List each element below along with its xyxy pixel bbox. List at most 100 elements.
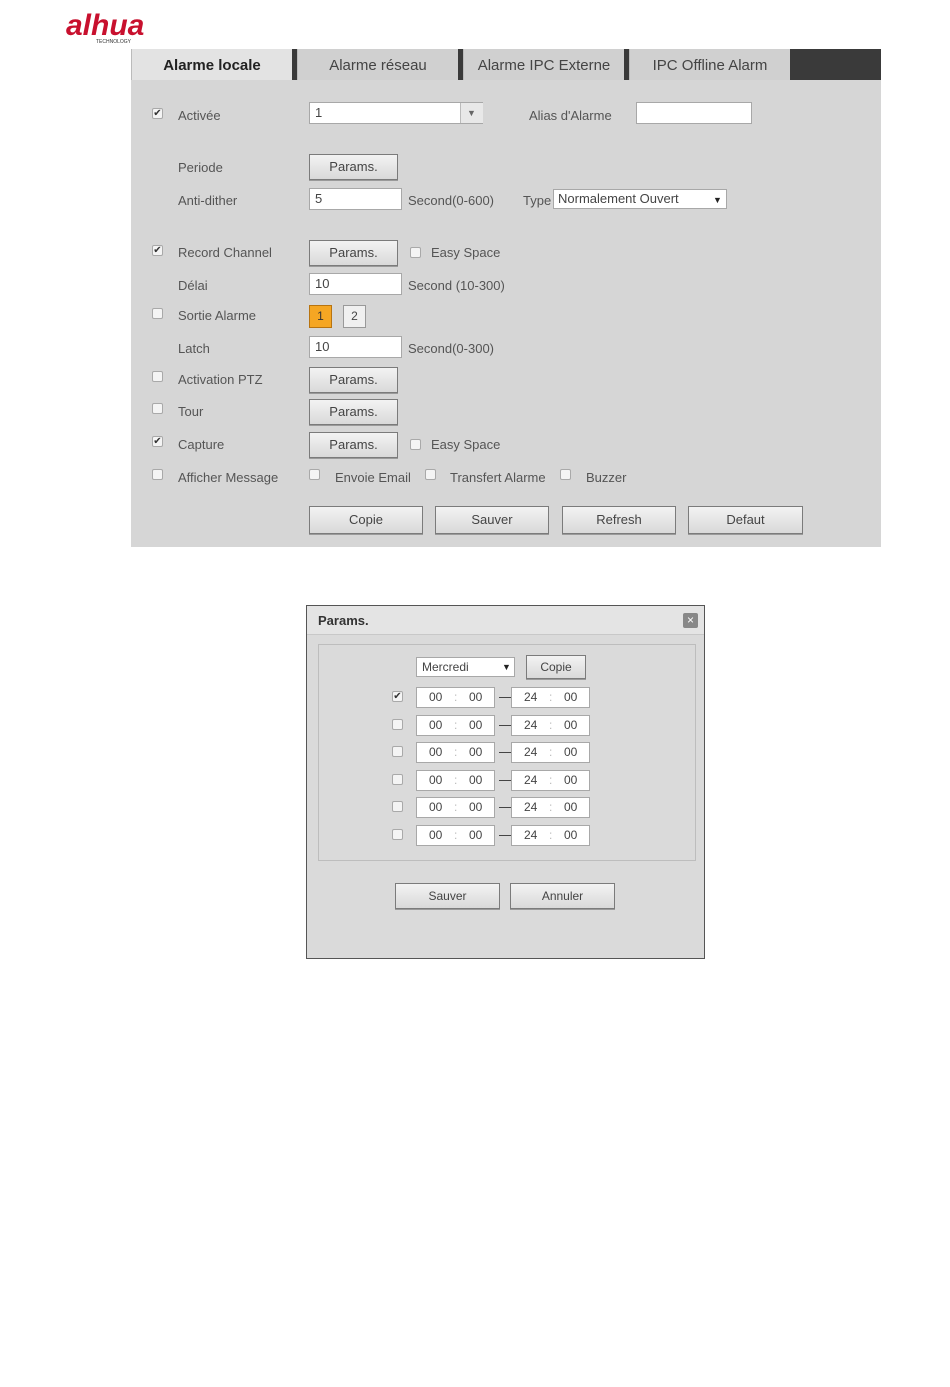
tour-params-button[interactable]: Params. bbox=[309, 399, 398, 425]
period-start-time[interactable]: 00:00 bbox=[416, 742, 495, 763]
period-start-time[interactable]: 00:00 bbox=[416, 825, 495, 846]
afficher-message-checkbox[interactable] bbox=[152, 469, 163, 480]
end-hour[interactable]: 24 bbox=[524, 826, 537, 845]
end-minute[interactable]: 00 bbox=[564, 771, 577, 790]
chevron-down-icon: ▼ bbox=[713, 195, 722, 205]
period-checkbox[interactable] bbox=[392, 801, 403, 812]
dropdown-button[interactable]: ▼ bbox=[460, 103, 483, 123]
buzzer-checkbox[interactable] bbox=[560, 469, 571, 480]
type-select[interactable]: Normalement Ouvert bbox=[553, 189, 727, 209]
latch-unit: Second(0-300) bbox=[408, 341, 494, 356]
period-start-time[interactable]: 00:00 bbox=[416, 797, 495, 818]
delai-label: Délai bbox=[178, 278, 208, 293]
dialog-save-button[interactable]: Sauver bbox=[395, 883, 500, 909]
end-minute[interactable]: 00 bbox=[564, 798, 577, 817]
delai-unit: Second (10-300) bbox=[408, 278, 505, 293]
period-end-time[interactable]: 24:00 bbox=[511, 770, 590, 791]
record-easy-space-checkbox[interactable] bbox=[410, 247, 421, 258]
capture-params-button[interactable]: Params. bbox=[309, 432, 398, 458]
end-minute[interactable]: 00 bbox=[564, 716, 577, 735]
end-minute[interactable]: 00 bbox=[564, 743, 577, 762]
delai-input[interactable]: 10 bbox=[309, 273, 402, 295]
sortie-alarme-checkbox[interactable] bbox=[152, 308, 163, 319]
refresh-button[interactable]: Refresh bbox=[562, 506, 676, 534]
period-checkbox[interactable] bbox=[392, 829, 403, 840]
period-end-time[interactable]: 24:00 bbox=[511, 687, 590, 708]
antidither-unit: Second(0-600) bbox=[408, 193, 494, 208]
alarm-output-1-button[interactable]: 1 bbox=[309, 305, 332, 328]
chevron-down-icon: ▼ bbox=[467, 108, 476, 118]
close-icon[interactable]: × bbox=[683, 613, 698, 628]
start-minute[interactable]: 00 bbox=[469, 798, 482, 817]
period-checkbox[interactable]: ✔ bbox=[392, 691, 403, 702]
end-hour[interactable]: 24 bbox=[524, 716, 537, 735]
capture-easy-space-checkbox[interactable] bbox=[410, 439, 421, 450]
time-separator: : bbox=[549, 718, 553, 732]
tab-alarme-ipc-externe[interactable]: Alarme IPC Externe bbox=[463, 49, 624, 80]
time-separator: : bbox=[549, 773, 553, 787]
copie-button[interactable]: Copie bbox=[309, 506, 423, 534]
alarm-output-2-button[interactable]: 2 bbox=[343, 305, 366, 328]
start-minute[interactable]: 00 bbox=[469, 771, 482, 790]
envoie-email-label: Envoie Email bbox=[335, 470, 411, 485]
start-minute[interactable]: 00 bbox=[469, 716, 482, 735]
alias-label: Alias d'Alarme bbox=[529, 108, 612, 123]
period-checkbox[interactable] bbox=[392, 719, 403, 730]
end-hour[interactable]: 24 bbox=[524, 771, 537, 790]
record-channel-checkbox[interactable]: ✔ bbox=[152, 245, 163, 256]
time-separator: : bbox=[454, 718, 458, 732]
tab-ipc-offline-alarm[interactable]: IPC Offline Alarm bbox=[629, 49, 790, 80]
period-end-time[interactable]: 24:00 bbox=[511, 742, 590, 763]
end-minute[interactable]: 00 bbox=[564, 688, 577, 707]
record-channel-params-button[interactable]: Params. bbox=[309, 240, 398, 266]
sauver-button[interactable]: Sauver bbox=[435, 506, 549, 534]
latch-input[interactable]: 10 bbox=[309, 336, 402, 358]
start-minute[interactable]: 00 bbox=[469, 743, 482, 762]
capture-checkbox[interactable]: ✔ bbox=[152, 436, 163, 447]
tab-alarme-reseau[interactable]: Alarme réseau bbox=[297, 49, 458, 80]
activation-ptz-checkbox[interactable] bbox=[152, 371, 163, 382]
day-select[interactable]: Mercredi bbox=[416, 657, 515, 677]
start-hour[interactable]: 00 bbox=[429, 743, 442, 762]
period-start-time[interactable]: 00:00 bbox=[416, 687, 495, 708]
start-hour[interactable]: 00 bbox=[429, 688, 442, 707]
defaut-button[interactable]: Defaut bbox=[688, 506, 803, 534]
end-hour[interactable]: 24 bbox=[524, 688, 537, 707]
start-minute[interactable]: 00 bbox=[469, 826, 482, 845]
period-checkbox[interactable] bbox=[392, 746, 403, 757]
start-hour[interactable]: 00 bbox=[429, 826, 442, 845]
period-start-time[interactable]: 00:00 bbox=[416, 770, 495, 791]
antidither-label: Anti-dither bbox=[178, 193, 238, 208]
end-minute[interactable]: 00 bbox=[564, 826, 577, 845]
activation-ptz-params-button[interactable]: Params. bbox=[309, 367, 398, 393]
period-end-time[interactable]: 24:00 bbox=[511, 715, 590, 736]
record-channel-label: Record Channel bbox=[178, 245, 272, 260]
range-dash bbox=[499, 780, 511, 781]
tab-alarme-locale[interactable]: Alarme locale bbox=[131, 49, 292, 80]
time-separator: : bbox=[549, 745, 553, 759]
end-hour[interactable]: 24 bbox=[524, 743, 537, 762]
alias-input[interactable] bbox=[636, 102, 752, 124]
start-hour[interactable]: 00 bbox=[429, 716, 442, 735]
antidither-input[interactable]: 5 bbox=[309, 188, 402, 210]
period-checkbox[interactable] bbox=[392, 774, 403, 785]
start-hour[interactable]: 00 bbox=[429, 771, 442, 790]
activee-checkbox[interactable]: ✔ bbox=[152, 108, 163, 119]
periode-params-button[interactable]: Params. bbox=[309, 154, 398, 180]
time-separator: : bbox=[454, 745, 458, 759]
dialog-copy-button[interactable]: Copie bbox=[526, 655, 586, 679]
tour-checkbox[interactable] bbox=[152, 403, 163, 414]
envoie-email-checkbox[interactable] bbox=[309, 469, 320, 480]
range-dash bbox=[499, 697, 511, 698]
period-start-time[interactable]: 00:00 bbox=[416, 715, 495, 736]
period-end-time[interactable]: 24:00 bbox=[511, 825, 590, 846]
end-hour[interactable]: 24 bbox=[524, 798, 537, 817]
start-hour[interactable]: 00 bbox=[429, 798, 442, 817]
period-end-time[interactable]: 24:00 bbox=[511, 797, 590, 818]
alarm-channel-select[interactable]: 1 bbox=[309, 102, 483, 124]
dialog-cancel-button[interactable]: Annuler bbox=[510, 883, 615, 909]
time-separator: : bbox=[549, 800, 553, 814]
start-minute[interactable]: 00 bbox=[469, 688, 482, 707]
transfert-alarme-checkbox[interactable] bbox=[425, 469, 436, 480]
capture-easy-space-label: Easy Space bbox=[431, 437, 501, 452]
